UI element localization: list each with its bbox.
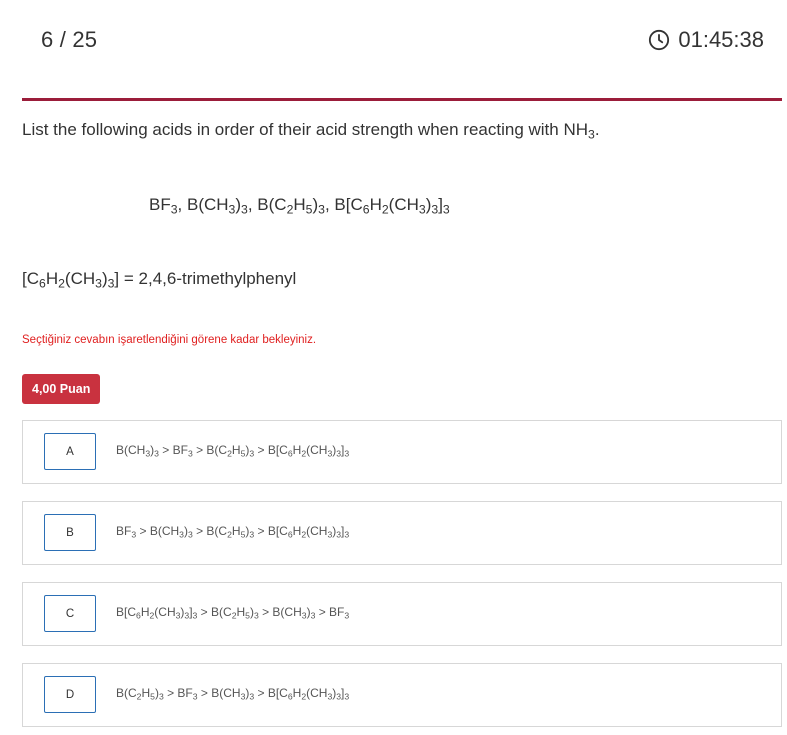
question-definition: [C6H2(CH3)3] = 2,4,6-trimethylphenyl <box>22 269 297 291</box>
timer-value: 01:45:38 <box>678 27 764 52</box>
quiz-header: 6 / 25 01:45:38 <box>0 0 787 101</box>
question-counter: 6 / 25 <box>41 27 98 52</box>
option-text-a: B(CH3)3 > BF3 > B(C2H5)3 > B[C6H2(CH3)3]… <box>116 443 350 459</box>
option-text-d: B(C2H5)3 > BF3 > B(CH3)3 > B[C6H2(CH3)3]… <box>116 686 350 702</box>
question-formula-list: BF3, B(CH3)3, B(C2H5)3, B[C6H2(CH3)3]3 <box>149 195 450 217</box>
option-letter-d[interactable]: D <box>44 676 96 713</box>
answer-option-c[interactable]: C B[C6H2(CH3)3]3 > B(C2H5)3 > B(CH3)3 > … <box>22 582 782 646</box>
option-letter-b[interactable]: B <box>44 514 96 551</box>
clock-icon <box>649 29 670 51</box>
selection-warning: Seçtiğiniz cevabın işaretlendiğini gören… <box>22 334 317 346</box>
option-text-c: B[C6H2(CH3)3]3 > B(C2H5)3 > B(CH3)3 > BF… <box>116 605 350 621</box>
option-text-b: BF3 > B(CH3)3 > B(C2H5)3 > B[C6H2(CH3)3]… <box>116 524 350 540</box>
points-badge: 4,00 Puan <box>22 374 101 404</box>
option-letter-c[interactable]: C <box>44 595 96 632</box>
countdown-timer: 01:45:38 <box>648 27 764 53</box>
header-divider <box>22 98 782 101</box>
answer-option-b[interactable]: B BF3 > B(CH3)3 > B(C2H5)3 > B[C6H2(CH3)… <box>22 501 782 565</box>
answer-option-a[interactable]: A B(CH3)3 > BF3 > B(C2H5)3 > B[C6H2(CH3)… <box>22 420 782 484</box>
option-letter-a[interactable]: A <box>44 433 96 470</box>
question-text: List the following acids in order of the… <box>22 120 600 142</box>
answer-option-d[interactable]: D B(C2H5)3 > BF3 > B(CH3)3 > B[C6H2(CH3)… <box>22 663 782 727</box>
